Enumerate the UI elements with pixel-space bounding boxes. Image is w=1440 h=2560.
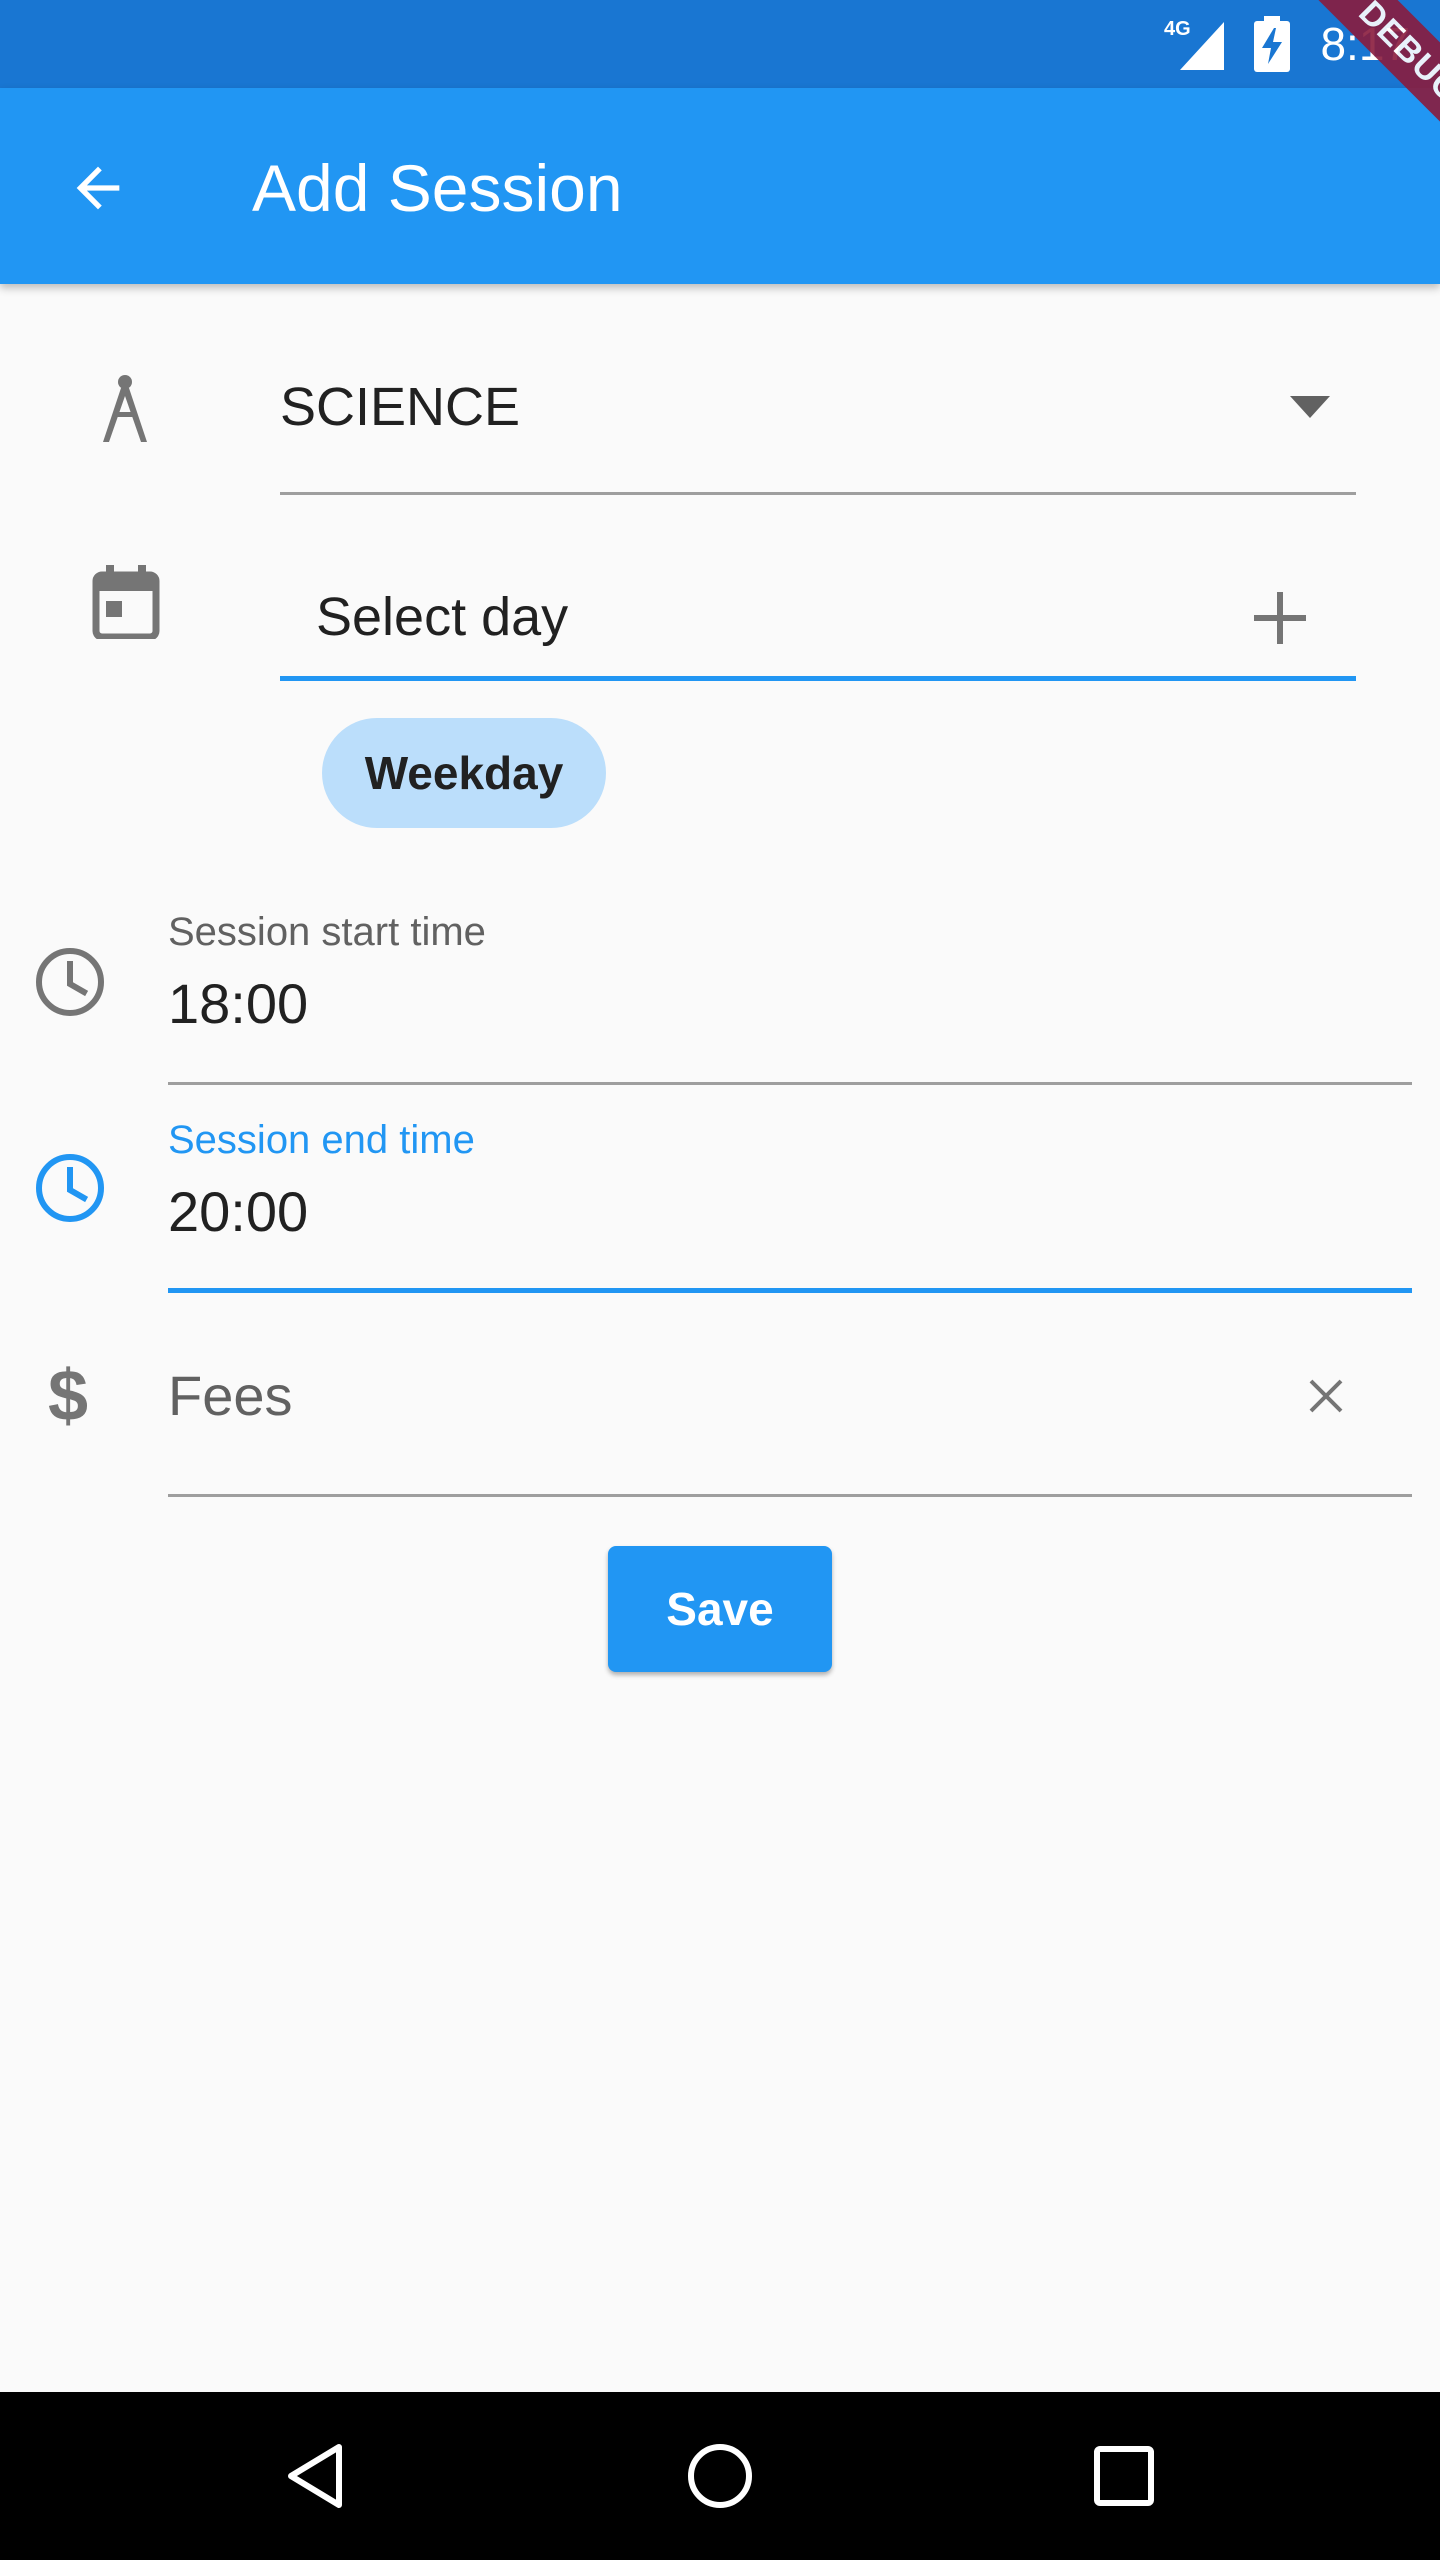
select-day-underline xyxy=(280,676,1356,681)
clock-icon xyxy=(34,946,106,1018)
select-day-field[interactable]: Select day xyxy=(280,556,1356,678)
end-time-value: 20:00 xyxy=(168,1180,309,1243)
subject-dropdown[interactable]: SCIENCE xyxy=(280,350,1356,494)
dollar-icon: $ xyxy=(47,1356,89,1436)
subject-value: SCIENCE xyxy=(280,377,521,437)
page-title: Add Session xyxy=(252,151,623,225)
nav-back-button[interactable] xyxy=(266,2426,366,2526)
square-recents-icon xyxy=(1094,2446,1154,2506)
end-time-field[interactable]: Session end time 20:00 xyxy=(168,1118,1412,1288)
app-bar: Add Session xyxy=(0,88,1440,284)
system-nav-bar xyxy=(0,2392,1440,2560)
status-bar: 4G 8:17 xyxy=(0,0,1440,88)
battery-charging-icon xyxy=(1254,16,1290,72)
subject-underline xyxy=(280,492,1356,495)
signal-icon xyxy=(1180,22,1224,70)
start-time-label: Session start time xyxy=(168,910,486,954)
end-time-label: Session end time xyxy=(168,1118,475,1162)
select-day-placeholder: Select day xyxy=(316,587,569,647)
save-button[interactable]: Save xyxy=(608,1546,832,1672)
compass-icon xyxy=(86,366,164,450)
fees-placeholder: Fees xyxy=(168,1364,293,1427)
arrow-back-icon xyxy=(76,166,120,210)
day-chip-weekday[interactable]: Weekday xyxy=(322,718,606,828)
calendar-icon xyxy=(90,564,162,640)
add-day-button[interactable] xyxy=(1240,578,1320,658)
start-time-field[interactable]: Session start time 18:00 xyxy=(168,910,1412,1080)
clear-fees-button[interactable] xyxy=(1286,1356,1366,1436)
arrow-drop-down-icon xyxy=(1290,396,1330,418)
plus-icon xyxy=(1254,592,1306,644)
start-time-value: 18:00 xyxy=(168,972,309,1035)
circle-home-icon xyxy=(688,2444,752,2508)
clock-icon xyxy=(34,1152,106,1224)
start-time-underline xyxy=(168,1082,1412,1085)
back-button[interactable] xyxy=(58,148,138,228)
triangle-back-icon xyxy=(288,2444,342,2508)
nav-recents-button[interactable] xyxy=(1074,2426,1174,2526)
fees-input[interactable]: Fees xyxy=(168,1340,1412,1490)
end-time-underline xyxy=(168,1288,1412,1293)
close-icon xyxy=(1309,1379,1343,1413)
fees-underline xyxy=(168,1494,1412,1497)
nav-home-button[interactable] xyxy=(670,2426,770,2526)
